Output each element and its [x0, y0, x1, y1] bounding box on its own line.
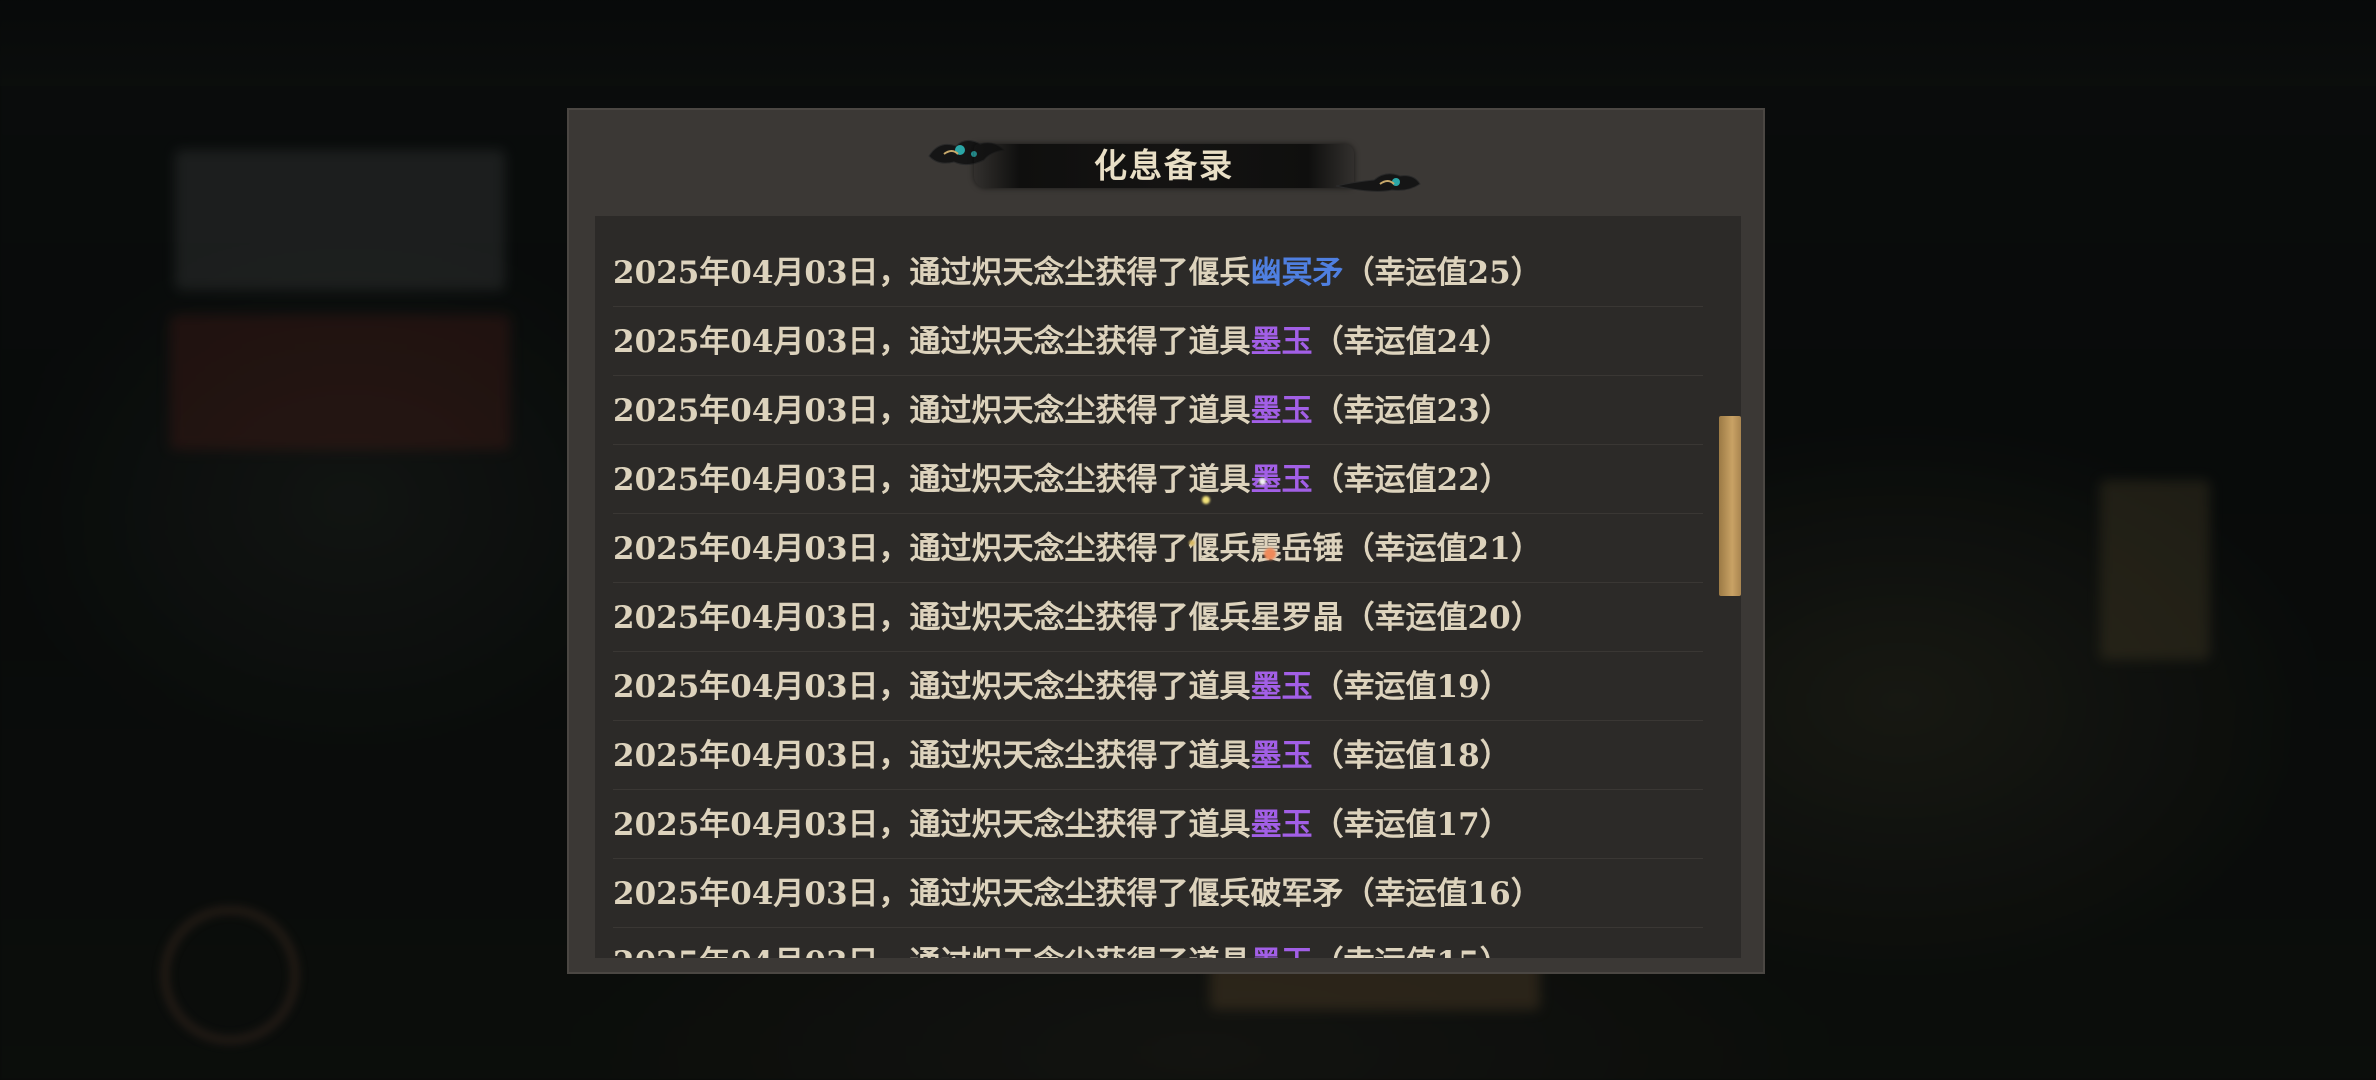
dialog-title: 化息备录: [1094, 146, 1234, 185]
record-luck-value: （幸运值16）: [1343, 876, 1542, 912]
record-text: 2025年04月03日，通过炽天念尘获得了道具: [613, 945, 1251, 958]
record-text: 2025年04月03日，通过炽天念尘获得了道具: [613, 669, 1251, 705]
sparkle-effect: [1259, 478, 1266, 485]
record-item-name: 墨玉: [1250, 807, 1313, 843]
record-item-name: 墨玉: [1251, 945, 1313, 958]
record-text: 2025年04月03日，通过炽天念尘获得了道具: [613, 807, 1251, 843]
scrollbar-thumb[interactable]: [1719, 416, 1741, 596]
record-row: 2025年04月03日，通过炽天念尘获得了道具墨玉（幸运值18）: [613, 722, 1703, 790]
record-text: 2025年04月03日，通过炽天念尘获得了偃兵: [613, 531, 1251, 567]
record-row: 2025年04月03日，通过炽天念尘获得了道具墨玉（幸运值23）: [613, 377, 1703, 445]
gacha-record-dialog: 化息备录 2025年04月03日，通过炽天念尘获得了偃兵幽冥矛（幸运值25） 20…: [567, 108, 1765, 974]
dialog-title-banner: 化息备录: [924, 140, 1421, 192]
record-luck-value: （幸运值15）: [1313, 945, 1511, 958]
record-text: 2025年04月03日，通过炽天念尘获得了道具: [613, 462, 1251, 498]
record-row: 2025年04月03日，通过炽天念尘获得了道具墨玉（幸运值22）: [613, 446, 1703, 514]
record-text: 2025年04月03日，通过炽天念尘获得了道具: [613, 738, 1251, 774]
record-luck-value: （幸运值19）: [1312, 669, 1511, 705]
record-row: 2025年04月03日，通过炽天念尘获得了道具墨玉（幸运值17）: [613, 791, 1703, 859]
record-item-name: 墨玉: [1250, 393, 1313, 429]
record-row: 2025年04月03日，通过炽天念尘获得了偃兵幽冥矛（幸运值25）: [613, 239, 1703, 307]
record-item-name: 幽冥矛: [1250, 255, 1344, 291]
record-item-name: 墨玉: [1250, 324, 1313, 360]
record-text: 2025年04月03日，通过炽天念尘获得了道具: [613, 393, 1251, 429]
record-item-name: 墨玉: [1250, 738, 1313, 774]
sparkle-effect: [1264, 548, 1276, 560]
record-luck-value: （幸运值18）: [1312, 738, 1511, 774]
sparkle-effect: [1189, 540, 1195, 546]
record-row: 2025年04月03日，通过炽天念尘获得了道具墨玉（幸运值19）: [613, 653, 1703, 721]
record-text: 2025年04月03日，通过炽天念尘获得了偃兵: [613, 876, 1251, 912]
record-luck-value: （幸运值21）: [1343, 531, 1542, 567]
record-luck-value: （幸运值22）: [1312, 462, 1511, 498]
record-row: 2025年04月03日，通过炽天念尘获得了道具墨玉（幸运值24）: [613, 308, 1703, 376]
record-text: 2025年04月03日，通过炽天念尘获得了偃兵: [613, 255, 1251, 291]
scrollbar-track[interactable]: [1717, 216, 1741, 958]
record-row: 2025年04月03日，通过炽天念尘获得了偃兵破军矛（幸运值16）: [613, 860, 1703, 928]
record-row: 2025年04月03日，通过炽天念尘获得了偃兵星罗晶（幸运值20）: [613, 584, 1703, 652]
record-luck-value: （幸运值17）: [1312, 807, 1511, 843]
record-luck-value: （幸运值25）: [1343, 255, 1542, 291]
record-text: 2025年04月03日，通过炽天念尘获得了道具: [613, 324, 1251, 360]
record-item-name: 墨玉: [1250, 669, 1313, 705]
sparkle-effect: [1202, 496, 1210, 504]
record-list[interactable]: 2025年04月03日，通过炽天念尘获得了偃兵幽冥矛（幸运值25） 2025年04…: [595, 216, 1741, 958]
record-item-name: 震岳锤: [1250, 531, 1344, 567]
record-text: 2025年04月03日，通过炽天念尘获得了偃兵: [613, 600, 1251, 636]
record-luck-value: （幸运值20）: [1343, 600, 1542, 636]
record-luck-value: （幸运值24）: [1312, 324, 1511, 360]
record-row: 2025年04月03日，通过炽天念尘获得了偃兵震岳锤（幸运值21）: [613, 515, 1703, 583]
record-item-name: 星罗晶: [1250, 600, 1344, 636]
record-row: 2025年04月03日，通过炽天念尘获得了道具墨玉（幸运值15）: [613, 929, 1703, 958]
record-item-name: 破军矛: [1250, 876, 1344, 912]
record-luck-value: （幸运值23）: [1312, 393, 1511, 429]
cloud-ornament-right-icon: [1335, 173, 1421, 192]
